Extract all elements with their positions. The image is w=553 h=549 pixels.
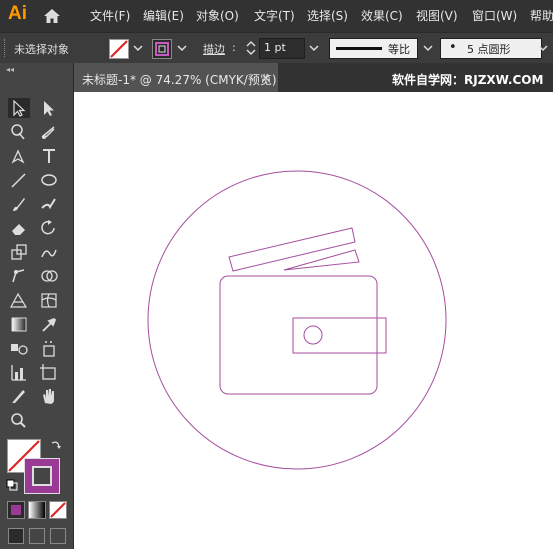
artboard-tool-icon[interactable] xyxy=(38,362,60,382)
none-mode-icon[interactable] xyxy=(49,501,67,519)
grip-icon xyxy=(4,39,7,57)
home-icon[interactable] xyxy=(42,6,62,26)
zoom-tool-icon[interactable] xyxy=(8,410,30,430)
pen-tool-icon[interactable] xyxy=(8,146,30,166)
brush-label: 5 点圆形 xyxy=(467,43,511,56)
app-logo: Ai xyxy=(8,3,27,24)
selection-tool-icon[interactable] xyxy=(8,98,30,118)
eraser-tool-icon[interactable] xyxy=(8,218,30,238)
menu-type[interactable]: 文字(T) xyxy=(254,7,295,24)
chevron-down-icon[interactable] xyxy=(175,41,189,55)
chevron-down-icon[interactable] xyxy=(131,41,145,55)
type-tool-icon[interactable] xyxy=(38,146,60,166)
draw-normal-icon[interactable] xyxy=(8,528,24,544)
gradient-mode-icon[interactable] xyxy=(28,501,46,519)
rotate-tool-icon[interactable] xyxy=(38,218,60,238)
document-tab-bar: 未标题-1* @ 74.27% (CMYK/预览) × 软件自学网：RJZXW.… xyxy=(74,63,553,92)
card-back xyxy=(283,249,360,271)
document-tab[interactable]: 未标题-1* @ 74.27% (CMYK/预览) × xyxy=(74,63,278,92)
artboard-canvas[interactable] xyxy=(74,92,553,549)
color-mode-icon[interactable] xyxy=(7,501,25,519)
scale-tool-icon[interactable] xyxy=(8,242,30,262)
stroke-style-label: 等比 xyxy=(388,43,410,56)
stroke-color-swatch[interactable] xyxy=(24,458,60,494)
none-fill-icon xyxy=(110,40,128,58)
direct-selection-tool-icon[interactable] xyxy=(38,98,60,118)
variable-width-profile[interactable]: 等比 xyxy=(329,38,418,59)
draw-inside-icon[interactable] xyxy=(50,528,66,544)
shape-builder-tool-icon[interactable] xyxy=(38,266,60,286)
ellipse-tool-icon[interactable] xyxy=(38,170,60,190)
menu-bar: Ai 文件(F) 编辑(E) 对象(O) 文字(T) 选择(S) 效果(C) 视… xyxy=(0,0,553,32)
wallet-body xyxy=(219,275,378,395)
chevron-down-icon[interactable] xyxy=(421,41,435,55)
artwork xyxy=(147,170,447,470)
menu-edit[interactable]: 编辑(E) xyxy=(143,7,184,24)
warp-tool-icon[interactable] xyxy=(38,242,60,262)
menu-view[interactable]: 视图(V) xyxy=(416,7,458,24)
chevron-down-icon[interactable] xyxy=(307,41,321,55)
fill-swatch[interactable] xyxy=(109,39,129,59)
default-colors-icon[interactable] xyxy=(6,479,18,491)
stroke-label[interactable]: 描边 xyxy=(203,41,225,57)
swap-colors-icon[interactable] xyxy=(50,439,62,451)
brush-definition[interactable]: • 5 点圆形 xyxy=(440,38,542,59)
lasso-tool-icon[interactable] xyxy=(38,122,60,142)
line-tool-icon[interactable] xyxy=(8,170,30,190)
paintbrush-tool-icon[interactable] xyxy=(8,194,30,214)
blob-brush-tool-icon[interactable] xyxy=(38,194,60,214)
stroke-weight-field[interactable]: 1 pt xyxy=(259,38,305,59)
blend-tool-icon[interactable] xyxy=(8,338,30,358)
menu-window[interactable]: 窗口(W) xyxy=(472,7,517,24)
column-graph-tool-icon[interactable] xyxy=(8,362,30,382)
slice-tool-icon[interactable] xyxy=(8,386,30,406)
collapse-toolbar-icon[interactable]: ◂◂ xyxy=(6,65,14,74)
stroke-stepper-icon[interactable] xyxy=(245,39,257,57)
clasp-button xyxy=(303,325,323,345)
menu-file[interactable]: 文件(F) xyxy=(90,7,130,24)
menu-object[interactable]: 对象(O) xyxy=(196,7,239,24)
magic-wand-tool-icon[interactable] xyxy=(8,122,30,142)
eyedropper-tool-icon[interactable] xyxy=(38,314,60,334)
tools-panel: ◂◂ xyxy=(0,63,74,549)
chevron-down-icon[interactable] xyxy=(536,41,550,55)
document-tab-title: 未标题-1* @ 74.27% (CMYK/预览) xyxy=(82,73,277,87)
perspective-grid-tool-icon[interactable] xyxy=(8,290,30,310)
menu-select[interactable]: 选择(S) xyxy=(307,7,348,24)
selection-status: 未选择对象 xyxy=(14,43,69,56)
free-transform-tool-icon[interactable] xyxy=(8,266,30,286)
brush-bullet: • xyxy=(449,40,457,55)
wallet-clasp xyxy=(292,317,387,354)
symbol-sprayer-tool-icon[interactable] xyxy=(38,338,60,358)
stroke-line-preview xyxy=(336,47,382,50)
control-bar: 未选择对象 描边 : 1 pt 等比 • 5 点圆形 xyxy=(0,32,553,64)
close-icon[interactable]: × xyxy=(261,71,271,85)
gradient-tool-icon[interactable] xyxy=(8,314,30,334)
menu-effect[interactable]: 效果(C) xyxy=(361,7,403,24)
stroke-weight-value: 1 pt xyxy=(264,41,286,54)
outer-circle xyxy=(147,170,447,470)
stroke-colon: : xyxy=(232,41,236,54)
menu-help[interactable]: 帮助 xyxy=(530,7,553,24)
mesh-tool-icon[interactable] xyxy=(38,290,60,310)
draw-behind-icon[interactable] xyxy=(29,528,45,544)
watermark: 软件自学网：RJZXW.COM xyxy=(392,73,544,87)
hand-tool-icon[interactable] xyxy=(38,386,60,406)
stroke-swatch[interactable] xyxy=(152,39,172,59)
